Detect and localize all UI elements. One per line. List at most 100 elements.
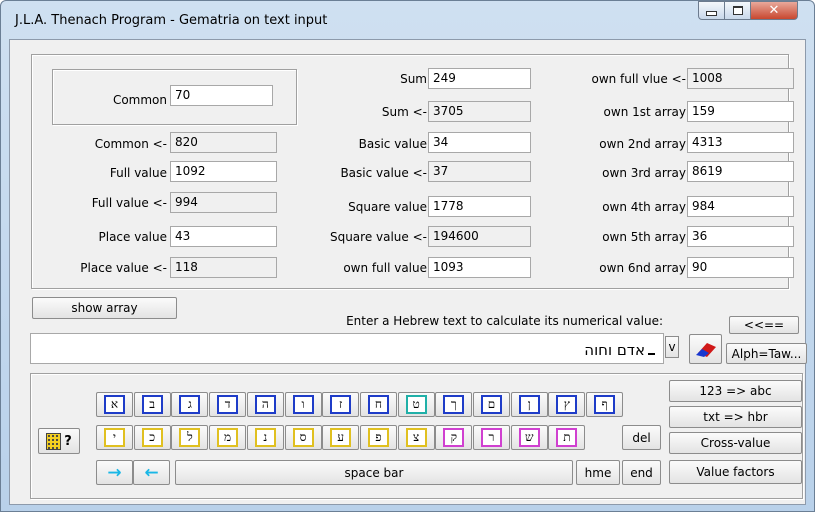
hebrew-letter-key[interactable]: א [96, 392, 133, 417]
hebrew-letter-key[interactable]: כ [133, 425, 171, 450]
square-value-field[interactable]: 1778 [428, 196, 531, 217]
side-button-value-factors[interactable]: Value factors [669, 460, 802, 484]
hebrew-letter-key[interactable]: צ [397, 425, 435, 450]
hebrew-letter-key[interactable]: ק [435, 425, 473, 450]
side-button-txt-hbr[interactable]: txt => hbr [669, 406, 802, 428]
basic-value-field[interactable]: 34 [428, 132, 531, 153]
show-array-button[interactable]: show array [32, 297, 177, 319]
own-5th-field[interactable]: 36 [687, 226, 794, 247]
arrow-right-icon: → [107, 462, 122, 483]
own-3rd-field[interactable]: 8619 [687, 161, 794, 182]
hebrew-letter-glyph: ך [443, 395, 465, 414]
eraser-icon[interactable] [689, 334, 722, 364]
sum-field[interactable]: 249 [428, 68, 531, 89]
hebrew-letter-key[interactable]: ט [397, 392, 435, 417]
end-key[interactable]: end [622, 460, 661, 485]
maximize-icon[interactable] [724, 1, 751, 20]
hebrew-letter-key[interactable]: ע [322, 425, 360, 450]
hebrew-letter-key[interactable]: י [96, 425, 133, 450]
hebrew-letter-glyph: פ [367, 428, 389, 447]
hebrew-letter-key[interactable]: ם [473, 392, 510, 417]
own-full-vlue-rev-label: own full vlue <- [591, 72, 686, 86]
hebrew-letter-glyph: ר [481, 428, 502, 447]
own-4th-label: own 4th array [602, 200, 686, 214]
own-full-value-field[interactable]: 1093 [428, 257, 531, 278]
prompt-label: Enter a Hebrew text to calculate its num… [346, 314, 663, 328]
hebrew-letter-glyph: ט [405, 395, 427, 414]
hebrew-letter-glyph: ד [217, 395, 239, 414]
hebrew-letter-key[interactable]: ה [246, 392, 284, 417]
hebrew-letter-key[interactable]: ך [435, 392, 473, 417]
hebrew-letter-key[interactable]: ל [171, 425, 209, 450]
alph-taw-button[interactable]: Alph=Taw... [726, 343, 807, 364]
close-icon[interactable]: ✕ [750, 1, 798, 20]
common-rev-label: Common <- [94, 137, 167, 151]
app-window: J.L.A. Thenach Program - Gematria on tex… [0, 0, 815, 512]
hebrew-letter-key[interactable]: ח [359, 392, 397, 417]
common-label: Common [112, 93, 167, 107]
hebrew-letter-glyph: ף [594, 395, 616, 414]
own-1st-field[interactable]: 159 [687, 101, 794, 122]
hebrew-letter-glyph: ה [254, 395, 276, 414]
hebrew-letter-glyph: ב [141, 395, 163, 414]
sum-rev-label: Sum <- [381, 105, 427, 119]
hebrew-letter-glyph: ג [179, 395, 201, 414]
own-6nd-field[interactable]: 90 [687, 257, 794, 278]
hebrew-letter-key[interactable]: נ [246, 425, 284, 450]
hebrew-letter-glyph: מ [217, 428, 239, 447]
own-2nd-field[interactable]: 4313 [687, 132, 794, 153]
text-cursor [648, 339, 655, 355]
hebrew-letter-glyph: כ [141, 428, 163, 447]
minimize-icon[interactable] [698, 1, 725, 20]
side-button-123-abc[interactable]: 123 => abc [669, 380, 802, 402]
del-key[interactable]: del [622, 425, 661, 450]
hebrew-letter-key[interactable]: ף [586, 392, 624, 417]
basic-value-rev-label: Basic value <- [340, 166, 427, 180]
help-label: ? [64, 433, 72, 449]
hebrew-letter-glyph: י [104, 428, 125, 447]
hebrew-letter-key[interactable]: ב [133, 392, 171, 417]
place-value-rev-field[interactable]: 118 [170, 257, 277, 278]
hebrew-letter-glyph: ל [179, 428, 201, 447]
place-value-rev-label: Place value <- [80, 261, 167, 275]
back-button[interactable]: <<== [729, 316, 799, 334]
arrow-right-key[interactable]: → [96, 460, 133, 485]
sum-rev-field[interactable]: 3705 [428, 101, 531, 122]
keyboard-icon [46, 432, 62, 450]
square-value-label: Square value [348, 200, 427, 214]
place-value-label: Place value [98, 230, 168, 244]
space-bar-key[interactable]: space bar [175, 460, 573, 485]
hebrew-letter-key[interactable]: ת [548, 425, 586, 450]
square-value-rev-field[interactable]: 194600 [428, 226, 531, 247]
hebrew-letter-key[interactable]: ר [473, 425, 510, 450]
basic-value-rev-field[interactable]: 37 [428, 161, 531, 182]
hebrew-letter-glyph: א [104, 395, 125, 414]
common-rev-field[interactable]: 820 [170, 132, 277, 153]
place-value-field[interactable]: 43 [170, 226, 277, 247]
hebrew-letter-key[interactable]: פ [359, 425, 397, 450]
common-field[interactable]: 70 [170, 85, 273, 106]
side-button-cross-value[interactable]: Cross-value [669, 432, 802, 454]
hebrew-letter-glyph: ש [518, 428, 540, 447]
keyboard-help-button[interactable]: ? [38, 428, 80, 454]
hebrew-text-input[interactable]: אדם וחוה [30, 333, 664, 364]
hebrew-letter-key[interactable]: ץ [548, 392, 586, 417]
hebrew-letter-key[interactable]: ש [510, 425, 548, 450]
hebrew-letter-key[interactable]: ז [322, 392, 360, 417]
full-value-label: Full value [109, 166, 167, 180]
hebrew-letter-key[interactable]: ו [284, 392, 322, 417]
dropdown-v-button[interactable]: v [665, 336, 679, 358]
own-full-vlue-rev-field[interactable]: 1008 [687, 68, 794, 89]
hme-key[interactable]: hme [576, 460, 620, 485]
arrow-left-key[interactable]: ← [133, 460, 170, 485]
hebrew-letter-key[interactable]: ס [284, 425, 322, 450]
square-value-rev-label: Square value <- [329, 230, 427, 244]
full-value-rev-field[interactable]: 994 [170, 192, 277, 213]
hebrew-letter-key[interactable]: ן [510, 392, 548, 417]
full-value-rev-label: Full value <- [91, 196, 167, 210]
own-4th-field[interactable]: 984 [687, 196, 794, 217]
hebrew-letter-key[interactable]: מ [209, 425, 247, 450]
full-value-field[interactable]: 1092 [170, 161, 277, 182]
hebrew-letter-key[interactable]: ד [209, 392, 247, 417]
hebrew-letter-key[interactable]: ג [171, 392, 209, 417]
